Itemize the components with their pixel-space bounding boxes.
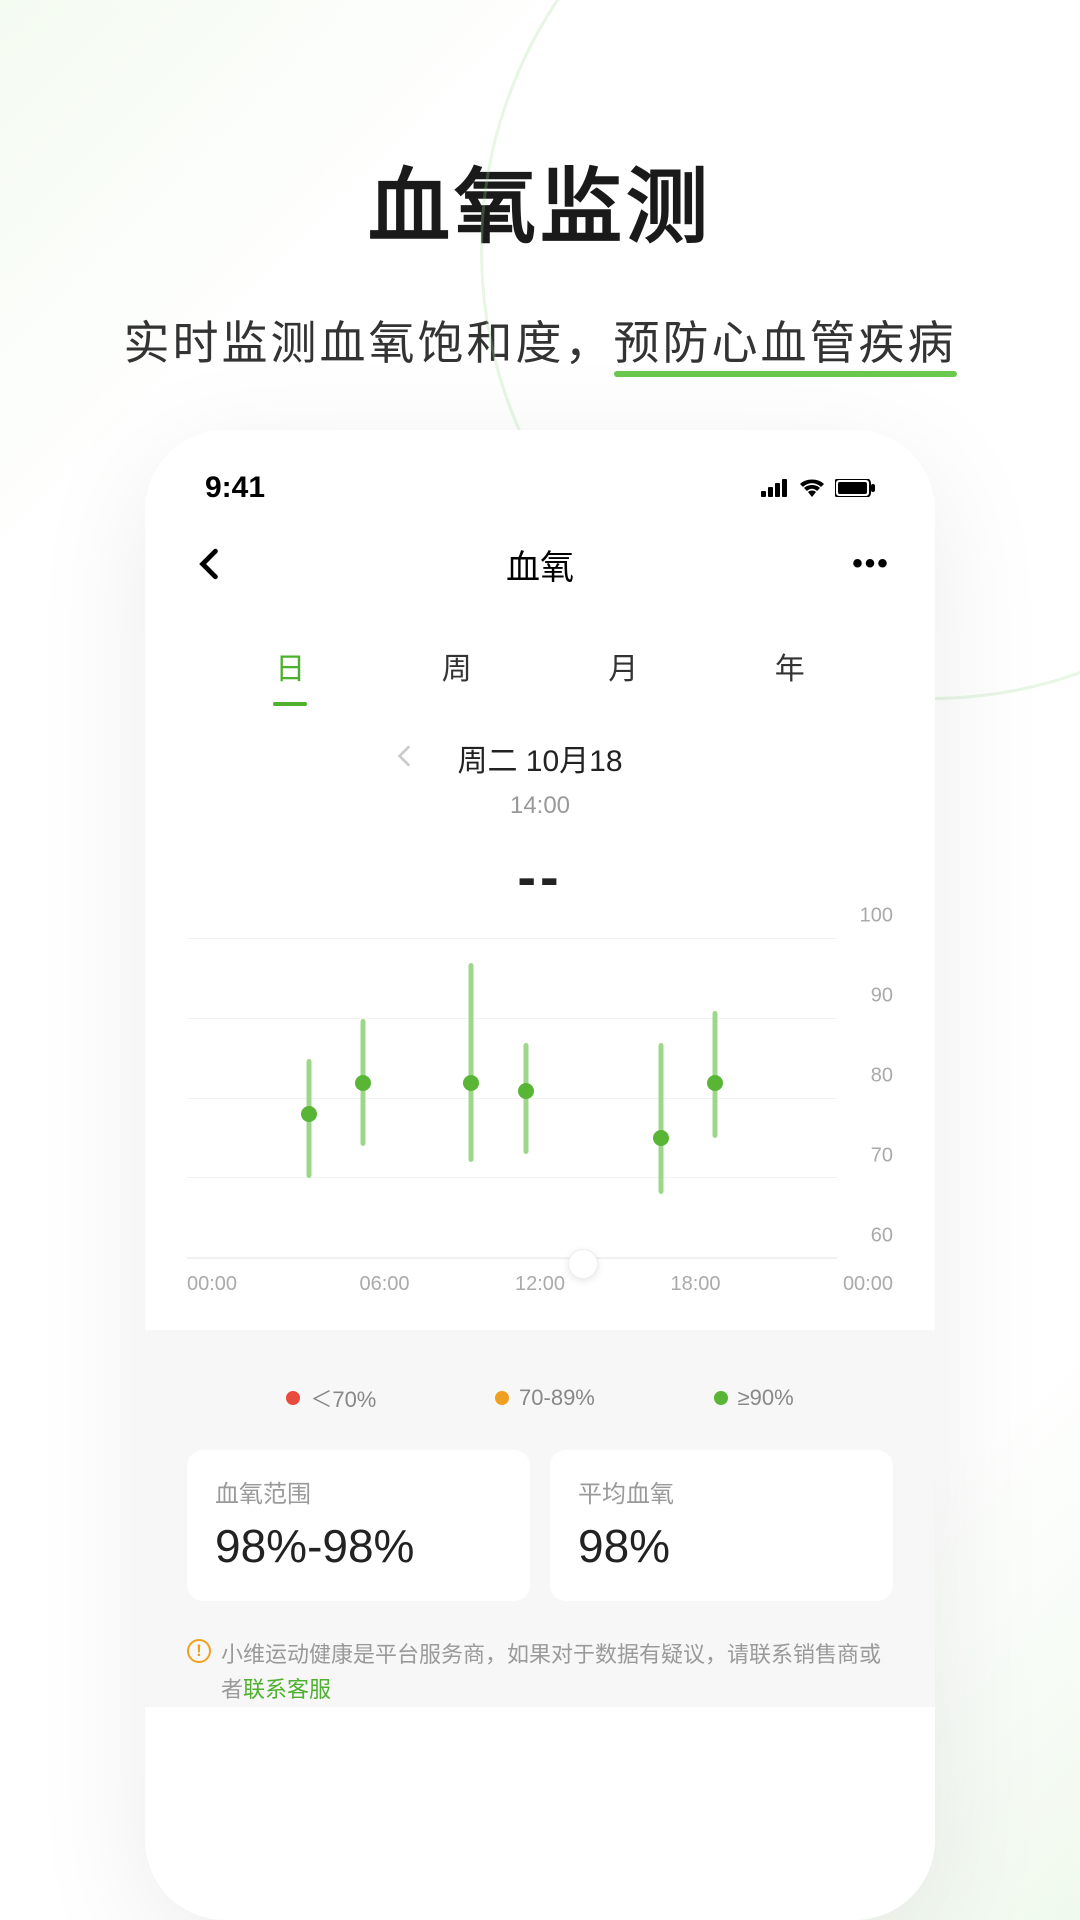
chevron-left-icon [199, 548, 219, 580]
tab-day[interactable]: 日 [269, 632, 311, 700]
range-bar [469, 963, 474, 1162]
legend-dot [495, 1391, 509, 1405]
summary-cards: 血氧范围 98%-98% 平均血氧 98% [187, 1450, 893, 1601]
contact-support-link[interactable]: 联系客服 [243, 1677, 331, 1702]
warning-icon: ! [187, 1639, 211, 1663]
selected-value: -- [187, 844, 893, 909]
tab-month[interactable]: 月 [602, 632, 644, 700]
gridline [187, 1018, 837, 1019]
promo-subtitle-highlight: 预防心血管疾病 [614, 307, 957, 373]
date-label: 周二 10月18 [457, 736, 622, 780]
disclaimer-text: 小维运动健康是平台服务商，如果对于数据有疑议，请联系销售商或者联系客服 [221, 1637, 893, 1707]
xtick: 06:00 [357, 1273, 413, 1296]
ytick: 100 [860, 905, 893, 928]
gridline [187, 1257, 837, 1258]
legend-label: ≥90% [738, 1385, 794, 1411]
summary-card[interactable]: 血氧范围 98%-98% [187, 1450, 530, 1601]
data-point [653, 1130, 669, 1146]
more-button[interactable]: ••• [849, 547, 893, 581]
wifi-icon [799, 479, 825, 497]
chart-plot [187, 939, 837, 1259]
ytick: 80 [871, 1065, 893, 1088]
phone-mockup: 9:41 血氧 ••• 日 周 月 年 周二 10月18 14:00 -- 60 70 8… [145, 430, 935, 1920]
date-navigator: 周二 10月18 [187, 736, 893, 780]
data-point [463, 1075, 479, 1091]
status-time: 9:41 [205, 471, 265, 505]
xtick: 00:00 [823, 1273, 893, 1296]
data-point [518, 1083, 534, 1099]
spo2-chart[interactable]: 60708090100 [187, 939, 893, 1259]
page-title: 血氧 [506, 540, 574, 589]
ytick: 70 [871, 1145, 893, 1168]
chart-legend: ＜70% 70-89% ≥90% [187, 1376, 893, 1414]
battery-icon [835, 479, 875, 497]
date-prev-button[interactable] [397, 742, 427, 774]
cellular-icon [761, 479, 789, 497]
legend-item: ≥90% [714, 1382, 794, 1414]
status-bar: 9:41 [187, 460, 893, 516]
chart-yaxis: 60708090100 [837, 939, 893, 1259]
ytick: 90 [871, 985, 893, 1008]
gridline [187, 938, 837, 939]
xtick: 00:00 [187, 1273, 257, 1296]
tab-week[interactable]: 周 [436, 632, 478, 700]
data-point [301, 1106, 317, 1122]
card-label: 血氧范围 [215, 1474, 502, 1509]
disclaimer: ! 小维运动健康是平台服务商，如果对于数据有疑议，请联系销售商或者联系客服 [187, 1637, 893, 1707]
legend-label: ＜70% [310, 1382, 376, 1414]
gridline [187, 1177, 837, 1178]
gridline [187, 1098, 837, 1099]
period-tabs: 日周月年 [187, 632, 893, 700]
status-icons [761, 479, 875, 497]
summary-card[interactable]: 平均血氧 98% [550, 1450, 893, 1601]
chevron-left-icon [397, 745, 411, 767]
range-bar [658, 1043, 663, 1195]
legend-label: 70-89% [519, 1385, 595, 1411]
ytick: 60 [871, 1225, 893, 1248]
card-label: 平均血氧 [578, 1474, 865, 1509]
back-button[interactable] [187, 548, 231, 580]
card-value: 98%-98% [215, 1519, 502, 1573]
legend-dot [714, 1391, 728, 1405]
xtick: 18:00 [668, 1273, 724, 1296]
xtick: 12:00 [512, 1273, 568, 1296]
card-value: 98% [578, 1519, 865, 1573]
tab-year[interactable]: 年 [769, 632, 811, 700]
chart-xaxis: 00:00 06:00 12:00 18:00 00:00 [187, 1259, 893, 1296]
legend-item: ＜70% [286, 1382, 376, 1414]
more-icon: ••• [852, 547, 890, 581]
legend-dot [286, 1391, 300, 1405]
app-header: 血氧 ••• [187, 524, 893, 604]
lower-section: ＜70% 70-89% ≥90% 血氧范围 98%-98% 平均血氧 98% ! 小维运动… [145, 1330, 935, 1707]
data-point [355, 1075, 371, 1091]
legend-item: 70-89% [495, 1382, 595, 1414]
data-point [707, 1075, 723, 1091]
selected-time-label: 14:00 [187, 792, 893, 820]
